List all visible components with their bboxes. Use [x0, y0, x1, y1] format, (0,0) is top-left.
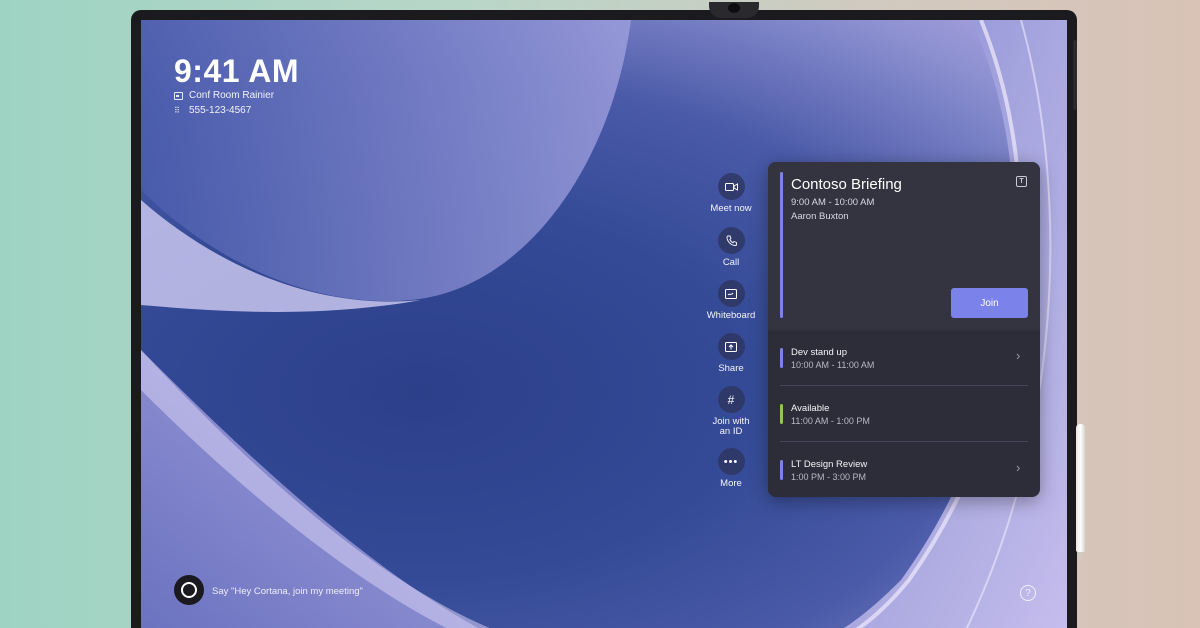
share-screen-icon	[717, 333, 745, 360]
meetings-card: Contoso Briefing 9:00 AM - 10:00 AM Aaro…	[768, 162, 1040, 497]
more-button[interactable]: ••• More	[701, 448, 761, 489]
room-name: Conf Room Rainier	[189, 90, 275, 101]
more-label: More	[720, 478, 742, 489]
join-with-id-button[interactable]: # Join with an ID	[701, 386, 761, 437]
video-camera-icon	[717, 173, 745, 200]
call-button[interactable]: Call	[701, 227, 761, 268]
chevron-right-icon: ›	[1016, 460, 1021, 475]
hash-icon: #	[717, 386, 745, 413]
chevron-right-icon: ›	[1016, 348, 1021, 363]
cortana-prompt: Say "Hey Cortana, join my meeting"	[212, 586, 363, 597]
room-phone: 555-123-4567	[189, 105, 252, 116]
share-label: Share	[718, 363, 744, 374]
current-meeting-time: 9:00 AM - 10:00 AM	[791, 197, 875, 208]
join-button[interactable]: Join	[951, 288, 1028, 318]
meeting-accent	[780, 404, 783, 424]
more-icon: •••	[717, 448, 745, 475]
current-meeting-title: Contoso Briefing	[791, 176, 902, 193]
share-button[interactable]: Share	[701, 333, 761, 374]
teams-icon: T	[1016, 176, 1027, 187]
camera	[709, 2, 759, 18]
meeting-time: 10:00 AM - 11:00 AM	[791, 360, 875, 370]
meeting-accent	[780, 460, 783, 480]
join-with-id-label: Join with an ID	[712, 416, 750, 437]
phone-info: ⠿ 555-123-4567	[174, 105, 251, 116]
meeting-item-lt-design-review[interactable]: LT Design Review 1:00 PM - 3:00 PM ›	[768, 442, 1040, 497]
device-side-button	[1073, 40, 1077, 110]
meet-now-label: Meet now	[710, 203, 752, 214]
whiteboard-label: Whiteboard	[706, 310, 756, 321]
home-screen: 9:41 AM Conf Room Rainier ⠿ 555-123-4567…	[141, 20, 1067, 628]
help-icon[interactable]: ?	[1020, 585, 1036, 601]
room-icon	[174, 91, 183, 100]
meeting-time: 11:00 AM - 1:00 PM	[791, 416, 870, 426]
clock: 9:41 AM	[174, 53, 300, 89]
current-meeting: Contoso Briefing 9:00 AM - 10:00 AM Aaro…	[768, 162, 1040, 330]
meeting-title: LT Design Review	[791, 459, 868, 470]
meet-now-button[interactable]: Meet now	[701, 173, 761, 214]
cortana-icon	[181, 582, 197, 598]
room-info: Conf Room Rainier	[174, 90, 274, 101]
meeting-title: Available	[791, 403, 830, 414]
dialpad-icon: ⠿	[174, 105, 180, 115]
stylus-pen	[1076, 424, 1085, 558]
meeting-accent	[780, 348, 783, 368]
meeting-time: 1:00 PM - 3:00 PM	[791, 472, 867, 482]
call-label: Call	[722, 257, 740, 268]
cortana-button[interactable]	[174, 575, 204, 605]
whiteboard-icon	[717, 280, 745, 307]
phone-icon	[717, 227, 745, 254]
meeting-item-available: Available 11:00 AM - 1:00 PM	[768, 386, 1040, 442]
current-meeting-accent	[780, 172, 783, 318]
whiteboard-button[interactable]: Whiteboard	[701, 280, 761, 321]
current-meeting-organizer: Aaron Buxton	[791, 211, 849, 222]
meeting-item-dev-stand-up[interactable]: Dev stand up 10:00 AM - 11:00 AM ›	[768, 330, 1040, 386]
meeting-title: Dev stand up	[791, 347, 847, 358]
